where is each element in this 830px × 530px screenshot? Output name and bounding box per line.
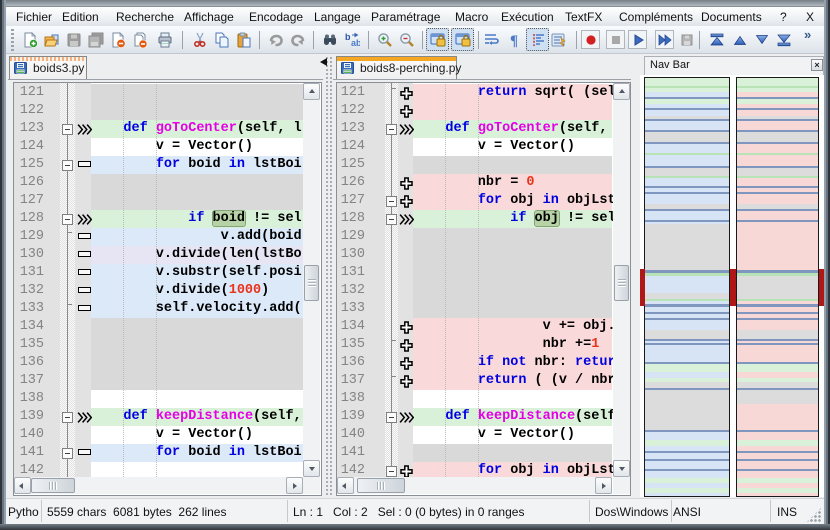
svg-text:¶: ¶ [510,33,518,48]
svg-text:ab: ab [351,38,360,48]
